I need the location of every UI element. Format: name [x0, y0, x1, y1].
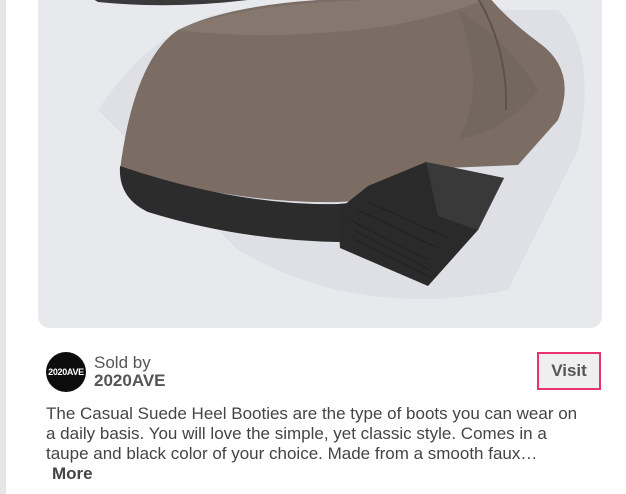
seller-avatar-logo: 2020AVE — [48, 367, 84, 377]
bootie-photo — [38, 0, 602, 328]
pin-description: The Casual Suede Heel Booties are the ty… — [46, 404, 606, 464]
pin-closeup: 2020AVE Sold by 2020AVE Visit The Casual… — [0, 0, 626, 494]
seller-name[interactable]: 2020AVE — [94, 372, 166, 389]
description-line: taupe and black color of your choice. Ma… — [46, 444, 538, 463]
seller-info: Sold by 2020AVE — [94, 353, 166, 390]
seller-avatar[interactable]: 2020AVE — [46, 352, 86, 392]
seller-row: 2020AVE Sold by 2020AVE Visit — [46, 352, 606, 392]
description-line: a daily basis. You will love the simple,… — [46, 424, 547, 443]
description-line: The Casual Suede Heel Booties are the ty… — [46, 404, 578, 423]
more-link[interactable]: More — [52, 464, 93, 484]
visit-button[interactable]: Visit — [537, 352, 601, 390]
product-image[interactable] — [38, 0, 602, 328]
left-rail — [0, 0, 6, 494]
sold-by-label: Sold by — [94, 353, 151, 372]
